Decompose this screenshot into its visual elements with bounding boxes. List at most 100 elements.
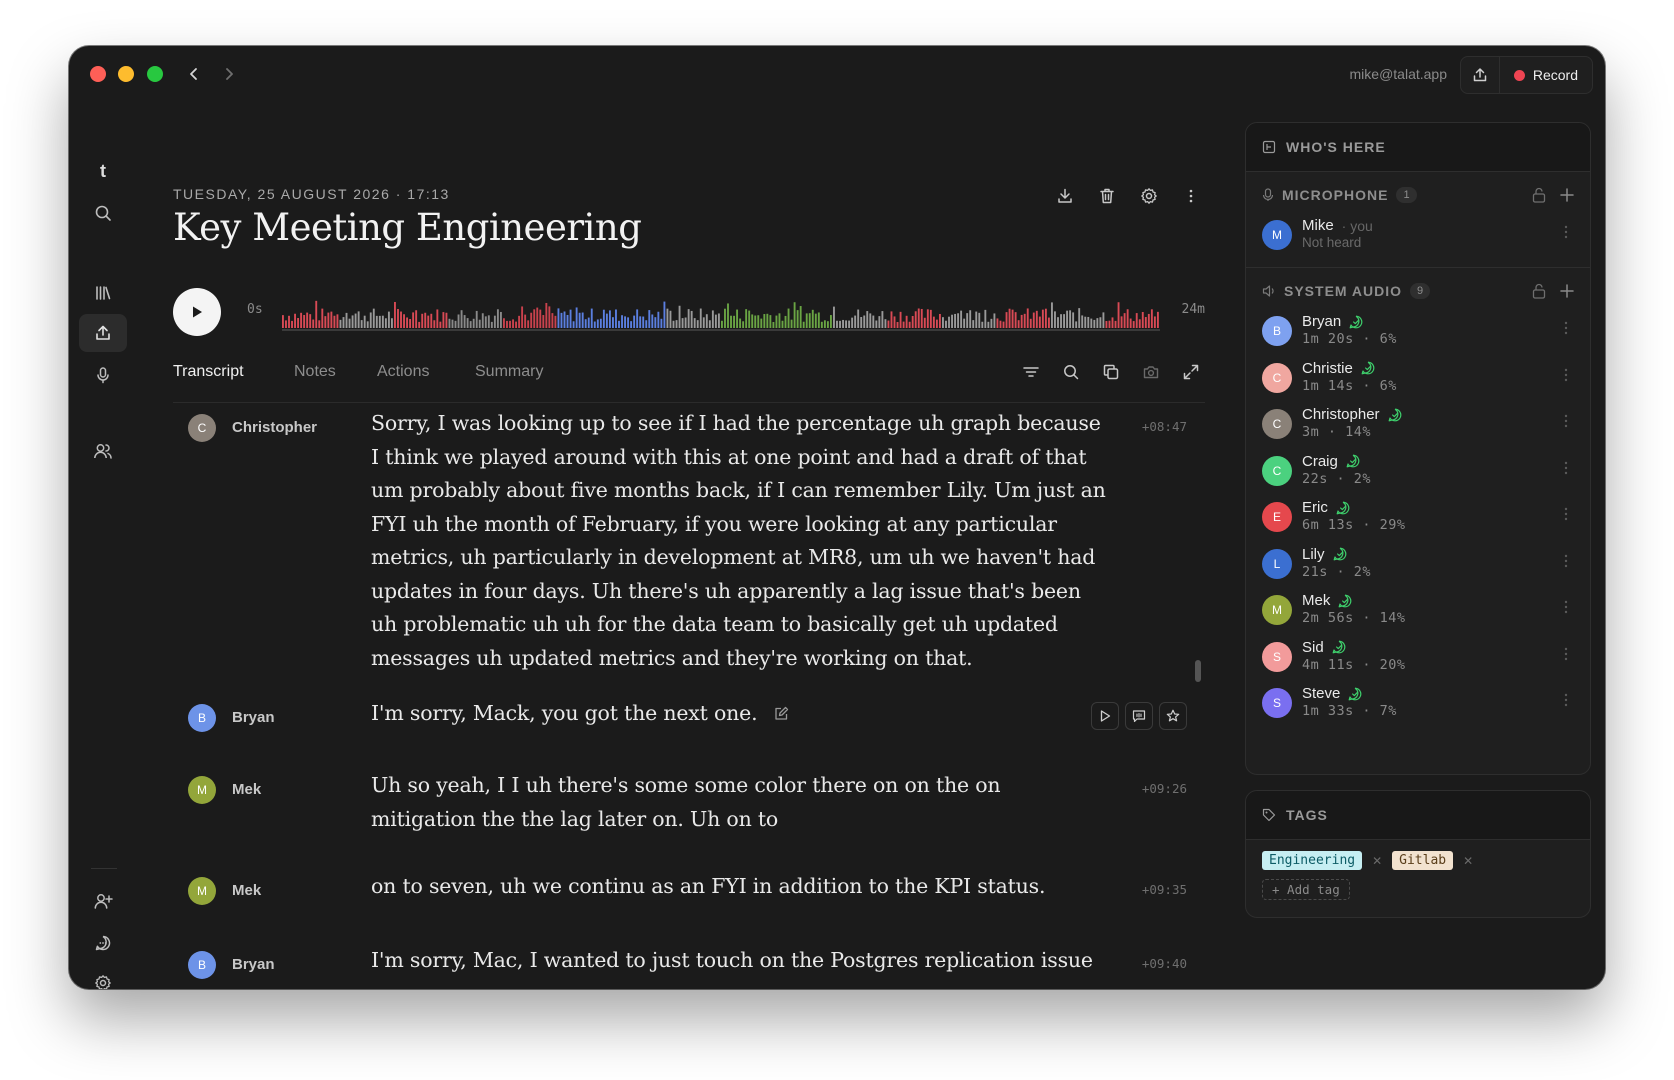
maximize-window-button[interactable] (147, 66, 163, 82)
audio-waveform[interactable] (282, 288, 1160, 332)
waveform-bar (938, 313, 941, 328)
remove-tag-icon[interactable]: ✕ (1372, 854, 1382, 868)
participant-row[interactable]: B Bryan 1m 20s · 6% (1262, 309, 1574, 353)
plus-icon[interactable] (1560, 284, 1574, 298)
screenshot-button[interactable] (1137, 358, 1165, 386)
waveform-bar (400, 311, 402, 328)
participant-row[interactable]: C Christopher 3m · 14% (1262, 402, 1574, 446)
participant-row[interactable]: M Mike · you Not heard (1262, 213, 1574, 257)
page-title[interactable]: Key Meeting Engineering (173, 206, 642, 249)
waveform-bar (696, 320, 699, 328)
chevron-left-icon (190, 68, 197, 80)
add-tag-button[interactable]: + Add tag (1262, 879, 1350, 900)
more-button[interactable] (1177, 182, 1205, 210)
tag-engineering[interactable]: Engineering (1262, 851, 1363, 870)
timestamp[interactable]: +09:40 (1142, 956, 1187, 971)
waveform-bar (1078, 308, 1081, 328)
edit-icon[interactable] (773, 706, 789, 722)
sidebar-item-chat[interactable] (79, 924, 127, 962)
record-button[interactable]: Record (1500, 57, 1592, 93)
sidebar-item-microphone[interactable] (79, 356, 127, 394)
more-vertical-icon[interactable] (1564, 554, 1568, 568)
gear-icon (95, 975, 111, 989)
waveform-bar (902, 321, 905, 328)
waveform-bar (360, 320, 363, 328)
more-vertical-icon[interactable] (1564, 647, 1568, 661)
participant-row[interactable]: C Craig 22s · 2% (1262, 449, 1574, 493)
timestamp[interactable]: +09:35 (1142, 882, 1187, 897)
comment-button[interactable] (1125, 702, 1153, 730)
participant-row[interactable]: S Steve 1m 33s · 7% (1262, 681, 1574, 725)
expand-button[interactable] (1177, 358, 1205, 386)
participant-name-row: Lily (1302, 546, 1347, 563)
more-vertical-icon[interactable] (1564, 600, 1568, 614)
sidebar-item-library[interactable] (79, 274, 127, 312)
count-badge: 9 (1410, 283, 1431, 299)
forward-button[interactable] (217, 60, 241, 88)
timestamp[interactable]: +09:26 (1142, 781, 1187, 796)
speaker-name[interactable]: Christopher (232, 419, 317, 436)
transcript-text[interactable]: I'm sorry, Mack, you got the next one. (371, 697, 758, 731)
speaker-name[interactable]: Mek (232, 882, 261, 899)
sidebar-item-upload[interactable] (79, 314, 127, 352)
tag-gitlab[interactable]: Gitlab (1392, 851, 1454, 870)
share-button[interactable] (1461, 57, 1500, 93)
sidebar-item-settings[interactable] (79, 964, 127, 989)
waveform-bar (772, 322, 775, 328)
more-vertical-icon[interactable] (1564, 321, 1568, 335)
more-vertical-icon[interactable] (1564, 414, 1568, 428)
tab-notes[interactable]: Notes (294, 363, 336, 381)
account-email[interactable]: mike@talat.app (1350, 66, 1447, 82)
star-button[interactable] (1159, 702, 1187, 730)
speaker-name[interactable]: Mek (232, 781, 261, 798)
waveform-bar (814, 313, 817, 328)
tab-actions[interactable]: Actions (377, 363, 429, 381)
waveform-bar (721, 320, 723, 328)
waveform-bar (817, 312, 820, 328)
waveform-bar (406, 317, 409, 328)
more-vertical-icon[interactable] (1564, 368, 1568, 382)
participant-row[interactable]: M Mek 2m 56s · 14% (1262, 588, 1574, 632)
meeting-settings-button[interactable] (1135, 182, 1163, 210)
remove-tag-icon[interactable]: ✕ (1463, 854, 1473, 868)
participant-row[interactable]: L Lily 21s · 2% (1262, 542, 1574, 586)
more-vertical-icon[interactable] (1564, 693, 1568, 707)
tab-summary[interactable]: Summary (475, 363, 543, 381)
participant-row[interactable]: E Eric 6m 13s · 29% (1262, 495, 1574, 539)
more-vertical-icon[interactable] (1564, 461, 1568, 475)
app-logo[interactable]: t (79, 152, 127, 190)
more-vertical-icon[interactable] (1564, 225, 1568, 239)
section-tools (1532, 187, 1574, 203)
speaker-name[interactable]: Bryan (232, 709, 275, 726)
sidebar-item-people[interactable] (79, 432, 127, 470)
download-icon (1058, 188, 1072, 203)
transcript-text[interactable]: on to seven, uh we continu as an FYI in … (371, 870, 1111, 904)
sidebar-item-search[interactable] (79, 194, 127, 232)
waveform-bar (1051, 302, 1053, 328)
timestamp[interactable]: +08:47 (1142, 419, 1187, 434)
speaker-name[interactable]: Bryan (232, 956, 275, 973)
transcript-text[interactable]: Uh so yeah, I I uh there's some some col… (371, 769, 1111, 836)
avatar: C (1262, 362, 1292, 393)
lock-icon[interactable] (1532, 187, 1546, 203)
copy-button[interactable] (1097, 358, 1125, 386)
sidebar-item-invite[interactable] (79, 882, 127, 920)
more-vertical-icon[interactable] (1564, 507, 1568, 521)
delete-button[interactable] (1093, 182, 1121, 210)
lock-icon[interactable] (1532, 283, 1546, 299)
download-button[interactable] (1051, 182, 1079, 210)
close-window-button[interactable] (90, 66, 106, 82)
transcript-search-button[interactable] (1057, 358, 1085, 386)
participant-row[interactable]: C Christie 1m 14s · 6% (1262, 356, 1574, 400)
play-segment-button[interactable] (1091, 702, 1119, 730)
play-button[interactable] (173, 288, 221, 336)
back-button[interactable] (182, 60, 206, 88)
filter-button[interactable] (1017, 358, 1045, 386)
transcript-text[interactable]: I'm sorry, Mac, I wanted to just touch o… (371, 944, 1111, 978)
participant-row[interactable]: S Sid 4m 11s · 20% (1262, 635, 1574, 679)
scrollbar-thumb[interactable] (1195, 660, 1201, 682)
plus-icon[interactable] (1560, 188, 1574, 202)
tab-transcript[interactable]: Transcript (173, 363, 244, 381)
transcript-text[interactable]: Sorry, I was looking up to see if I had … (371, 407, 1111, 675)
minimize-window-button[interactable] (118, 66, 134, 82)
